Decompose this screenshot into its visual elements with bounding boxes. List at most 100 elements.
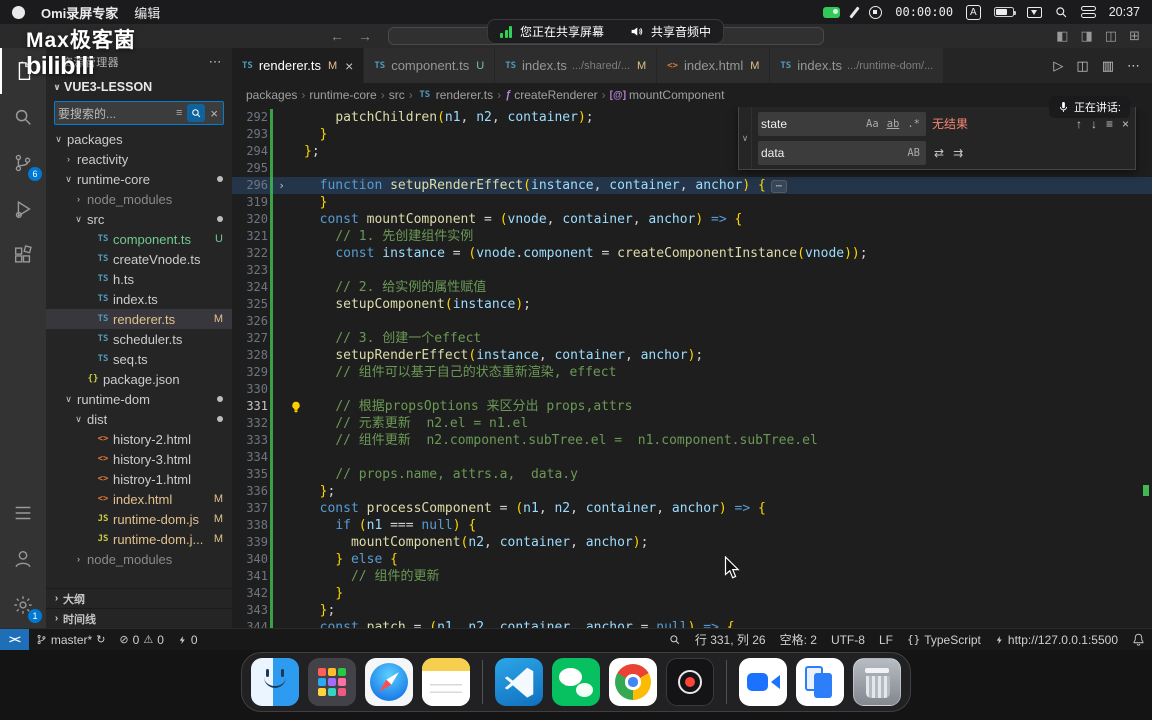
activity-explorer-icon[interactable] bbox=[0, 48, 46, 94]
tree-item-src[interactable]: ∨ src bbox=[46, 209, 232, 229]
tree-item-reactivity[interactable]: › reactivity bbox=[46, 149, 232, 169]
code-line-323[interactable]: 323 bbox=[232, 262, 1152, 279]
code-line-335[interactable]: 335 // props.name, attrs.a, data.y bbox=[232, 466, 1152, 483]
close-icon[interactable]: × bbox=[208, 106, 220, 121]
tree-item-history-3-html[interactable]: <> history-3.html bbox=[46, 449, 232, 469]
code-line-336[interactable]: 336 }; bbox=[232, 483, 1152, 500]
encoding[interactable]: UTF-8 bbox=[824, 629, 872, 650]
code-line-343[interactable]: 343 }; bbox=[232, 602, 1152, 619]
find-prev-icon[interactable]: ↑ bbox=[1076, 117, 1082, 131]
code-line-344[interactable]: 344 const patch = (n1, n2, container, an… bbox=[232, 619, 1152, 628]
sidebar-section-item[interactable]: › 时间线 bbox=[46, 608, 232, 628]
tree-item-scheduler-ts[interactable]: TS scheduler.ts bbox=[46, 329, 232, 349]
dock-recorder-icon[interactable] bbox=[666, 658, 714, 706]
sidebar-section-item[interactable]: › 大纲 bbox=[46, 588, 232, 608]
code-line-334[interactable]: 334 bbox=[232, 449, 1152, 466]
tree-item-seq-ts[interactable]: TS seq.ts bbox=[46, 349, 232, 369]
preserve-case-icon[interactable]: AB bbox=[904, 146, 923, 160]
tree-item-node-modules[interactable]: › node_modules bbox=[46, 189, 232, 209]
input-method-indicator[interactable]: A bbox=[966, 4, 981, 20]
lightbulb-icon[interactable] bbox=[288, 398, 304, 415]
tree-item-history-2-html[interactable]: <> history-2.html bbox=[46, 429, 232, 449]
activity-source-control-icon[interactable]: 6 bbox=[0, 140, 46, 186]
workspace-root[interactable]: ∨ VUE3-LESSON bbox=[46, 76, 232, 98]
battery-icon[interactable] bbox=[993, 7, 1017, 17]
find-next-icon[interactable]: ↓ bbox=[1091, 117, 1097, 131]
camera-status-icon[interactable] bbox=[823, 6, 841, 18]
code-line-329[interactable]: 329 // 组件可以基于自己的状态重新渲染, effect bbox=[232, 364, 1152, 381]
split-layout-icon[interactable]: ◫ bbox=[1105, 28, 1117, 44]
cursor-position[interactable]: 行 331, 列 26 bbox=[688, 629, 773, 650]
activity-extensions-icon[interactable] bbox=[0, 232, 46, 278]
tree-item-runtime-dom[interactable]: ∨ runtime-dom bbox=[46, 389, 232, 409]
code-line-332[interactable]: 332 // 元素更新 n2.el = n1.el bbox=[232, 415, 1152, 432]
breadcrumb-createrenderer[interactable]: ƒ createRenderer bbox=[505, 88, 598, 102]
code-line-325[interactable]: 325 setupComponent(instance); bbox=[232, 296, 1152, 313]
language-mode[interactable]: {} TypeScript bbox=[900, 629, 988, 650]
activity-search-icon[interactable] bbox=[0, 94, 46, 140]
breadcrumb-runtime-core[interactable]: runtime-core bbox=[309, 88, 376, 102]
tree-item-runtime-dom-j[interactable]: JS runtime-dom.j... M bbox=[46, 529, 232, 549]
code-line-296[interactable]: 296 › function setupRenderEffect(instance… bbox=[232, 177, 1152, 194]
toggle-panel-icon[interactable]: ◨ bbox=[1081, 28, 1093, 44]
tab-index-ts[interactable]: TS index.ts .../runtime-dom/... bbox=[770, 48, 945, 83]
tree-item-packages[interactable]: ∨ packages bbox=[46, 129, 232, 149]
code-line-339[interactable]: 339 mountComponent(n2, container, anchor… bbox=[232, 534, 1152, 551]
whole-word-icon[interactable]: ab bbox=[884, 117, 903, 131]
remote-indicator[interactable]: >< bbox=[0, 629, 29, 650]
tree-item-runtime-dom-js[interactable]: JS runtime-dom.js M bbox=[46, 509, 232, 529]
tab-component-ts[interactable]: TS component.ts U bbox=[364, 48, 496, 83]
menubar-app-name[interactable]: Omi录屏专家 bbox=[41, 3, 118, 22]
activity-list-icon[interactable] bbox=[0, 490, 46, 536]
tree-item-index-ts[interactable]: TS index.ts bbox=[46, 289, 232, 309]
dock-safari-icon[interactable] bbox=[365, 658, 413, 706]
tree-item-runtime-core[interactable]: ∨ runtime-core bbox=[46, 169, 232, 189]
sync-icon[interactable]: ↻ bbox=[96, 633, 105, 646]
nav-forward-icon[interactable]: → bbox=[358, 28, 372, 44]
toggle-sidebar-icon[interactable]: ◧ bbox=[1056, 28, 1068, 44]
tree-item-package-json[interactable]: {} package.json bbox=[46, 369, 232, 389]
tree-filter-box[interactable]: ≡ × bbox=[54, 101, 224, 125]
code-line-328[interactable]: 328 setupRenderEffect(instance, containe… bbox=[232, 347, 1152, 364]
find-input[interactable] bbox=[761, 116, 862, 131]
menubar-clock[interactable]: 20:37 bbox=[1109, 5, 1140, 19]
activity-debug-icon[interactable] bbox=[0, 186, 46, 232]
replace-all-icon[interactable]: ⇉ bbox=[953, 146, 963, 160]
annotate-pencil-icon[interactable] bbox=[849, 5, 860, 19]
code-line-338[interactable]: 338 if (n1 === null) { bbox=[232, 517, 1152, 534]
search-status-icon[interactable] bbox=[662, 629, 688, 650]
tree-filter-input[interactable] bbox=[58, 106, 171, 120]
replace-input[interactable] bbox=[761, 145, 903, 160]
code-line-319[interactable]: 319 } bbox=[232, 194, 1152, 211]
tree-item-dist[interactable]: ∨ dist bbox=[46, 409, 232, 429]
nav-back-icon[interactable]: ← bbox=[330, 28, 344, 44]
code-line-324[interactable]: 324 // 2. 给实例的属性赋值 bbox=[232, 279, 1152, 296]
code-line-341[interactable]: 341 // 组件的更新 bbox=[232, 568, 1152, 585]
code-line-342[interactable]: 342 } bbox=[232, 585, 1152, 602]
editor[interactable]: 292 patchChildren(n1, n2, container); 293… bbox=[232, 107, 1152, 628]
explorer-more-icon[interactable]: ⋯ bbox=[209, 54, 222, 70]
code-line-320[interactable]: 320 const mountComponent = (vnode, conta… bbox=[232, 211, 1152, 228]
ports-item[interactable]: 0 bbox=[171, 629, 205, 650]
dock-chrome-icon[interactable] bbox=[609, 658, 657, 706]
dock-finder-icon[interactable] bbox=[251, 658, 299, 706]
editor-layout-icon[interactable]: ▥ bbox=[1102, 58, 1114, 74]
more-actions-icon[interactable]: ⋯ bbox=[1127, 58, 1140, 74]
code-line-326[interactable]: 326 bbox=[232, 313, 1152, 330]
apple-menu-icon[interactable] bbox=[12, 5, 25, 19]
replace-input-box[interactable]: AB bbox=[758, 140, 926, 165]
code-line-327[interactable]: 327 // 3. 创建一个effect bbox=[232, 330, 1152, 347]
tab-renderer-ts[interactable]: TS renderer.ts M × bbox=[232, 48, 365, 83]
tree-item-node-modules[interactable]: › node_modules bbox=[46, 549, 232, 569]
dock-vscode-icon[interactable] bbox=[495, 658, 543, 706]
code-line-337[interactable]: 337 const processComponent = (n1, n2, co… bbox=[232, 500, 1152, 517]
code-line-340[interactable]: 340 } else { bbox=[232, 551, 1152, 568]
settings-gear-icon[interactable]: 1 bbox=[0, 582, 46, 628]
tab-index-html[interactable]: <> index.html M bbox=[657, 48, 771, 83]
menubar-menu-edit[interactable]: 编辑 bbox=[134, 3, 160, 22]
breadcrumb-src[interactable]: src bbox=[389, 88, 405, 102]
search-button[interactable] bbox=[187, 104, 206, 122]
breadcrumb-renderer-ts[interactable]: TS renderer.ts bbox=[417, 88, 493, 102]
notifications-bell-icon[interactable] bbox=[1125, 629, 1152, 650]
run-file-icon[interactable]: ▷ bbox=[1053, 58, 1063, 74]
